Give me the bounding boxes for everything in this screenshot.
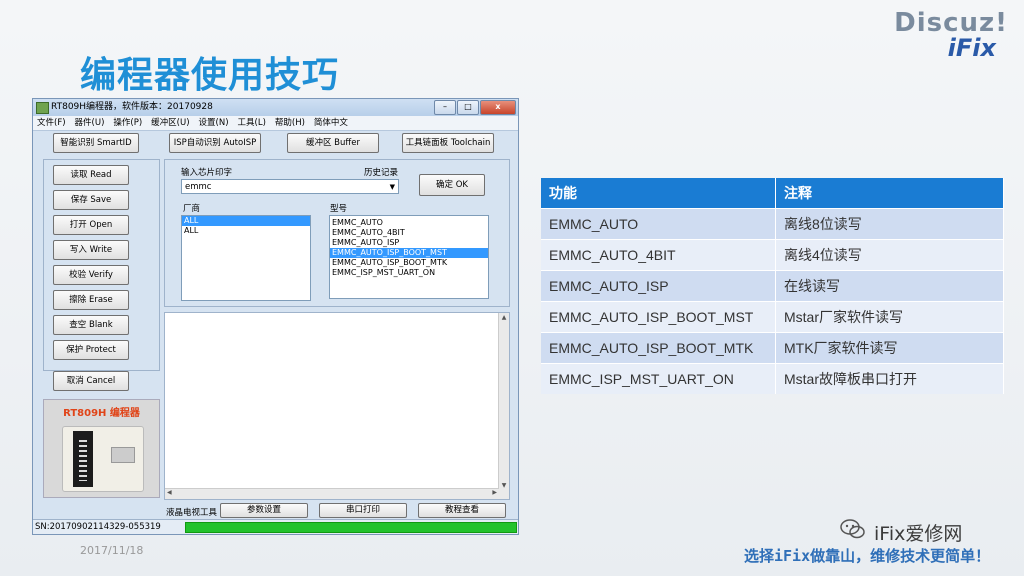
window-title: RT809H编程器，软件版本：20170928 [51,102,213,112]
dropdown-arrow-icon[interactable]: ▼ [390,180,395,194]
menu-bar: 文件(F) 器件(U) 操作(P) 缓冲区(U) 设置(N) 工具(L) 帮助(… [33,116,518,131]
header-function: 功能 [541,178,776,209]
log-output[interactable]: ▲ ▼ ◀ ▶ [164,312,510,500]
buffer-button[interactable]: 缓冲区 Buffer [287,133,379,153]
watermark-text: iFix爱修网 [874,523,963,545]
list-item[interactable]: EMMC_AUTO_4BIT [330,228,488,238]
table-row: EMMC_AUTO_4BIT 离线4位读写 [541,239,1004,271]
toolchain-button[interactable]: 工具链面板 Toolchain [402,133,494,153]
chip-search-value: emmc [185,182,212,192]
table-row: EMMC_AUTO_ISP 在线读写 [541,270,1004,302]
progress-bar [185,522,517,533]
erase-button[interactable]: 擦除 Erase [53,290,129,310]
table-row: EMMC_AUTO 离线8位读写 [541,208,1004,240]
note-cell: 离线4位读写 [775,239,1004,271]
slide-title: 编程器使用技巧 [80,55,340,96]
scroll-down-icon[interactable]: ▼ [499,482,509,489]
device-photo: RT809H 编程器 [43,399,160,498]
table-row: EMMC_AUTO_ISP_BOOT_MTK MTK厂家软件读写 [541,332,1004,364]
read-button[interactable]: 读取 Read [53,165,129,185]
scroll-right-icon[interactable]: ▶ [492,489,497,496]
programmer-device-image [62,426,144,492]
ok-button[interactable]: 确定 OK [419,174,485,196]
menu-operation[interactable]: 操作(P) [113,116,142,130]
logo-text-ifix: iFix [947,34,996,62]
app-icon [36,102,49,114]
slogan-text: 选择iFix做靠山，维修技术更简单！ [744,547,991,565]
menu-help[interactable]: 帮助(H) [275,116,305,130]
function-table: 功能 注释 EMMC_AUTO 离线8位读写 EMMC_AUTO_4BIT 离线… [541,178,1004,394]
window-titlebar: RT809H编程器，软件版本：20170928 – □ x [33,99,518,116]
table-row: EMMC_AUTO_ISP_BOOT_MST Mstar厂家软件读写 [541,301,1004,333]
wechat-icon [840,519,865,539]
function-cell: EMMC_AUTO_4BIT [541,239,776,271]
status-bar: SN:20170902114329-055319 [33,519,518,534]
list-item[interactable]: EMMC_AUTO_ISP_BOOT_MTK [330,258,488,268]
vertical-scrollbar[interactable]: ▲ ▼ [498,313,509,499]
slide-date: 2017/11/18 [80,544,144,557]
protect-button[interactable]: 保护 Protect [53,340,129,360]
blank-check-button[interactable]: 查空 Blank [53,315,129,335]
horizontal-scrollbar[interactable]: ◀ ▶ [165,488,499,499]
lcd-tv-tools-label: 液晶电视工具 [166,508,218,518]
serial-number: SN:20170902114329-055319 [35,522,161,532]
list-item[interactable]: ALL [182,226,310,236]
function-cell: EMMC_ISP_MST_UART_ON [541,363,776,394]
function-cell: EMMC_AUTO_ISP [541,270,776,302]
function-cell: EMMC_AUTO_ISP_BOOT_MST [541,301,776,333]
autoisp-button[interactable]: ISP自动识别 AutoISP [169,133,261,153]
header-note: 注释 [775,178,1004,209]
chip-marking-label: 输入芯片印字 [181,168,233,178]
model-list[interactable]: EMMC_AUTO EMMC_AUTO_4BIT EMMC_AUTO_ISP E… [329,215,489,299]
note-cell: MTK厂家软件读写 [775,332,1004,364]
menu-file[interactable]: 文件(F) [37,116,66,130]
note-cell: 离线8位读写 [775,208,1004,240]
list-item[interactable]: ALL [182,216,310,226]
manufacturer-label: 厂商 [183,204,201,214]
menu-buffer[interactable]: 缓冲区(U) [151,116,189,130]
window-controls: – □ x [434,100,516,115]
list-item[interactable]: EMMC_AUTO [330,218,488,228]
list-item[interactable]: EMMC_AUTO_ISP_BOOT_MST [330,248,488,258]
write-button[interactable]: 写入 Write [53,240,129,260]
manufacturer-list[interactable]: ALL ALL [181,215,311,301]
tutorial-view-button[interactable]: 教程查看 [418,503,506,518]
note-cell: Mstar厂家软件读写 [775,301,1004,333]
maximize-button[interactable]: □ [457,100,479,115]
params-settings-button[interactable]: 参数设置 [220,503,308,518]
chip-search-input[interactable]: emmc ▼ [181,179,399,194]
verify-button[interactable]: 校验 Verify [53,265,129,285]
menu-settings[interactable]: 设置(N) [199,116,229,130]
table-row: EMMC_ISP_MST_UART_ON Mstar故障板串口打开 [541,363,1004,394]
smartid-button[interactable]: 智能识别 SmartID [53,133,139,153]
serial-print-button[interactable]: 串口打印 [319,503,407,518]
scroll-left-icon[interactable]: ◀ [167,489,172,496]
note-cell: Mstar故障板串口打开 [775,363,1004,394]
device-caption: RT809H 编程器 [63,408,140,419]
discuz-ifix-logo: Discuz! iFix [890,8,1008,62]
note-cell: 在线读写 [775,270,1004,302]
close-button[interactable]: x [480,100,516,115]
menu-tools[interactable]: 工具(L) [238,116,266,130]
menu-language[interactable]: 简体中文 [314,116,348,130]
table-header-row: 功能 注释 [541,178,1004,209]
model-label: 型号 [330,204,348,214]
list-item[interactable]: EMMC_AUTO_ISP [330,238,488,248]
socket-pins [79,437,87,481]
device-label-chip [111,447,135,463]
cancel-button[interactable]: 取消 Cancel [53,371,129,391]
save-button[interactable]: 保存 Save [53,190,129,210]
list-item[interactable]: EMMC_ISP_MST_UART_ON [330,268,488,278]
history-label: 历史记录 [364,168,399,178]
menu-device[interactable]: 器件(U) [75,116,105,130]
function-cell: EMMC_AUTO_ISP_BOOT_MTK [541,332,776,364]
open-button[interactable]: 打开 Open [53,215,129,235]
minimize-button[interactable]: – [434,100,456,115]
scroll-up-icon[interactable]: ▲ [499,314,509,321]
programmer-window: RT809H编程器，软件版本：20170928 – □ x 文件(F) 器件(U… [32,98,519,535]
function-cell: EMMC_AUTO [541,208,776,240]
